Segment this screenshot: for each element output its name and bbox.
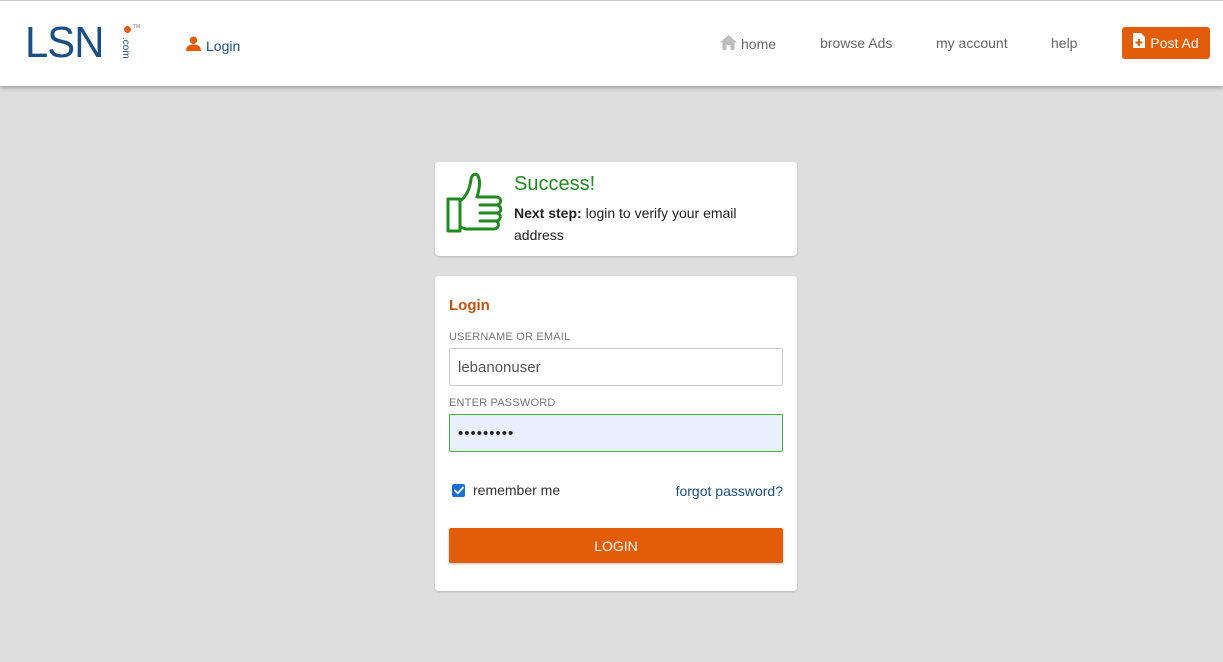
site-logo[interactable]: LSN TM .com: [25, 18, 143, 67]
nav-my-account[interactable]: my account: [936, 35, 1008, 51]
remember-me-toggle[interactable]: remember me: [452, 482, 560, 498]
password-label: ENTER PASSWORD: [449, 397, 556, 409]
login-form-title: Login: [449, 297, 490, 314]
remember-me-checkbox[interactable]: [452, 483, 465, 497]
header-login-label: Login: [206, 38, 241, 54]
password-input[interactable]: [449, 414, 783, 452]
logo-suffix: .com: [120, 37, 131, 59]
thumbs-up-icon: [444, 171, 506, 233]
check-icon: [453, 486, 464, 494]
logo-text: LSN: [25, 18, 104, 67]
user-icon: [186, 36, 201, 56]
logo-tm: TM: [133, 24, 141, 30]
post-ad-label: Post Ad: [1150, 35, 1199, 51]
username-label: USERNAME OR EMAIL: [449, 331, 571, 343]
success-message: Next step: login to verify your email ad…: [514, 202, 784, 246]
nav-browse-ads[interactable]: browse Ads: [820, 35, 892, 51]
nav-home-label: home: [741, 36, 777, 52]
success-card: Success! Next step: login to verify your…: [435, 162, 797, 256]
next-step-label: Next step:: [514, 205, 582, 221]
top-header: LSN TM .com Login home browse Ads my acc…: [0, 0, 1223, 86]
logo-dot: [124, 26, 131, 33]
home-icon: [720, 35, 737, 53]
header-login-link[interactable]: Login: [186, 36, 240, 56]
login-card: Login USERNAME OR EMAIL ENTER PASSWORD r…: [435, 276, 797, 591]
file-plus-icon: [1133, 33, 1146, 53]
remember-me-label: remember me: [473, 482, 561, 498]
username-input[interactable]: [449, 348, 783, 386]
forgot-password-link[interactable]: forgot password?: [676, 483, 783, 499]
post-ad-button[interactable]: Post Ad: [1122, 27, 1210, 59]
success-title: Success!: [514, 173, 596, 195]
nav-help[interactable]: help: [1051, 35, 1077, 51]
login-submit-button[interactable]: LOGIN: [449, 528, 783, 563]
nav-home[interactable]: home: [720, 35, 776, 53]
